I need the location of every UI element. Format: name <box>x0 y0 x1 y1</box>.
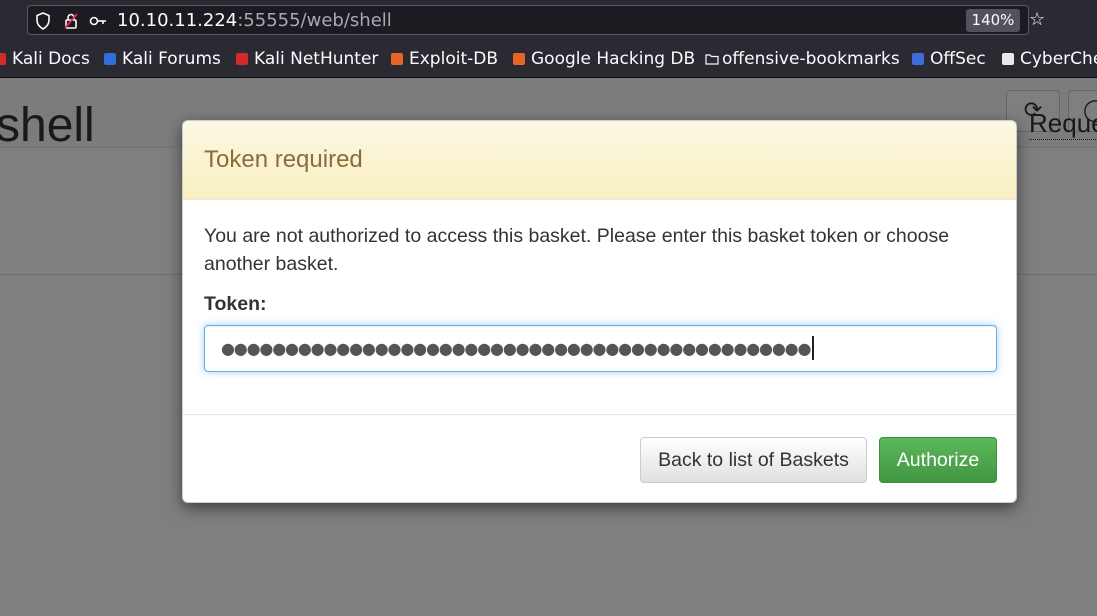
bookmark-exploit-db[interactable]: Exploit-DB <box>391 48 498 70</box>
token-input-value: ●●●●●●●●●●●●●●●●●●●●●●●●●●●●●●●●●●●●●●●●… <box>221 339 811 358</box>
bookmark-label: Kali NetHunter <box>254 49 379 69</box>
bookmark-kali-docs[interactable]: Kali Docs <box>0 48 90 70</box>
kali-docs-favicon-icon <box>0 53 6 65</box>
token-input[interactable]: ●●●●●●●●●●●●●●●●●●●●●●●●●●●●●●●●●●●●●●●●… <box>204 325 997 372</box>
modal-title: Token required <box>204 146 363 173</box>
insecure-lock-icon[interactable] <box>62 12 80 30</box>
bookmark-offsec[interactable]: OffSec <box>912 48 986 70</box>
modal-footer-divider <box>183 414 1016 415</box>
url-text: 10.10.11.224:55555/web/shell <box>117 10 392 31</box>
cyberchef-favicon-icon <box>1002 53 1014 65</box>
address-bar[interactable]: 10.10.11.224:55555/web/shell 140% ☆ <box>27 5 1045 35</box>
zoom-level-badge[interactable]: 140% <box>966 9 1020 32</box>
ghdb-favicon-icon <box>513 53 525 65</box>
text-caret <box>812 336 814 360</box>
bookmark-label: Google Hacking DB <box>531 49 696 69</box>
bookmark-label: Exploit-DB <box>409 49 498 69</box>
offsec-favicon-icon <box>912 53 924 65</box>
bookmark-kali-forums[interactable]: Kali Forums <box>104 48 221 70</box>
bookmark-label: OffSec <box>930 49 986 69</box>
bookmark-star-icon[interactable]: ☆ <box>1029 10 1045 30</box>
bookmark-cyberchef[interactable]: CyberChe <box>1002 48 1097 70</box>
bookmark-label: Kali Docs <box>12 49 90 69</box>
kali-nethunter-favicon-icon <box>236 53 248 65</box>
token-label: Token: <box>204 293 267 315</box>
bookmark-label: CyberChe <box>1020 49 1097 69</box>
exploit-db-favicon-icon <box>391 53 403 65</box>
browser-toolbar: 10.10.11.224:55555/web/shell 140% ☆ <box>0 0 1097 40</box>
url-path: :55555/web/shell <box>237 10 392 31</box>
bookmarks-toolbar: Kali Docs Kali Forums Kali NetHunter Exp… <box>0 40 1097 78</box>
url-host: 10.10.11.224 <box>117 10 238 31</box>
shield-icon[interactable] <box>34 12 52 30</box>
bookmark-label: offensive-bookmarks <box>722 49 900 69</box>
token-modal: Token required You are not authorized to… <box>182 120 1017 503</box>
back-to-baskets-button[interactable]: Back to list of Baskets <box>640 437 867 483</box>
authorize-button[interactable]: Authorize <box>879 437 997 483</box>
bookmark-label: Kali Forums <box>122 49 221 69</box>
modal-message: You are not authorized to access this ba… <box>204 225 950 275</box>
kali-forums-favicon-icon <box>104 53 116 65</box>
key-icon[interactable] <box>89 12 107 30</box>
bookmark-google-hacking-db[interactable]: Google Hacking DB <box>513 48 695 70</box>
modal-header: Token required <box>183 121 1016 200</box>
bookmark-folder-offensive-bookmarks[interactable]: offensive-bookmarks <box>705 48 900 70</box>
folder-icon <box>705 49 719 71</box>
bookmark-kali-nethunter[interactable]: Kali NetHunter <box>236 48 378 70</box>
